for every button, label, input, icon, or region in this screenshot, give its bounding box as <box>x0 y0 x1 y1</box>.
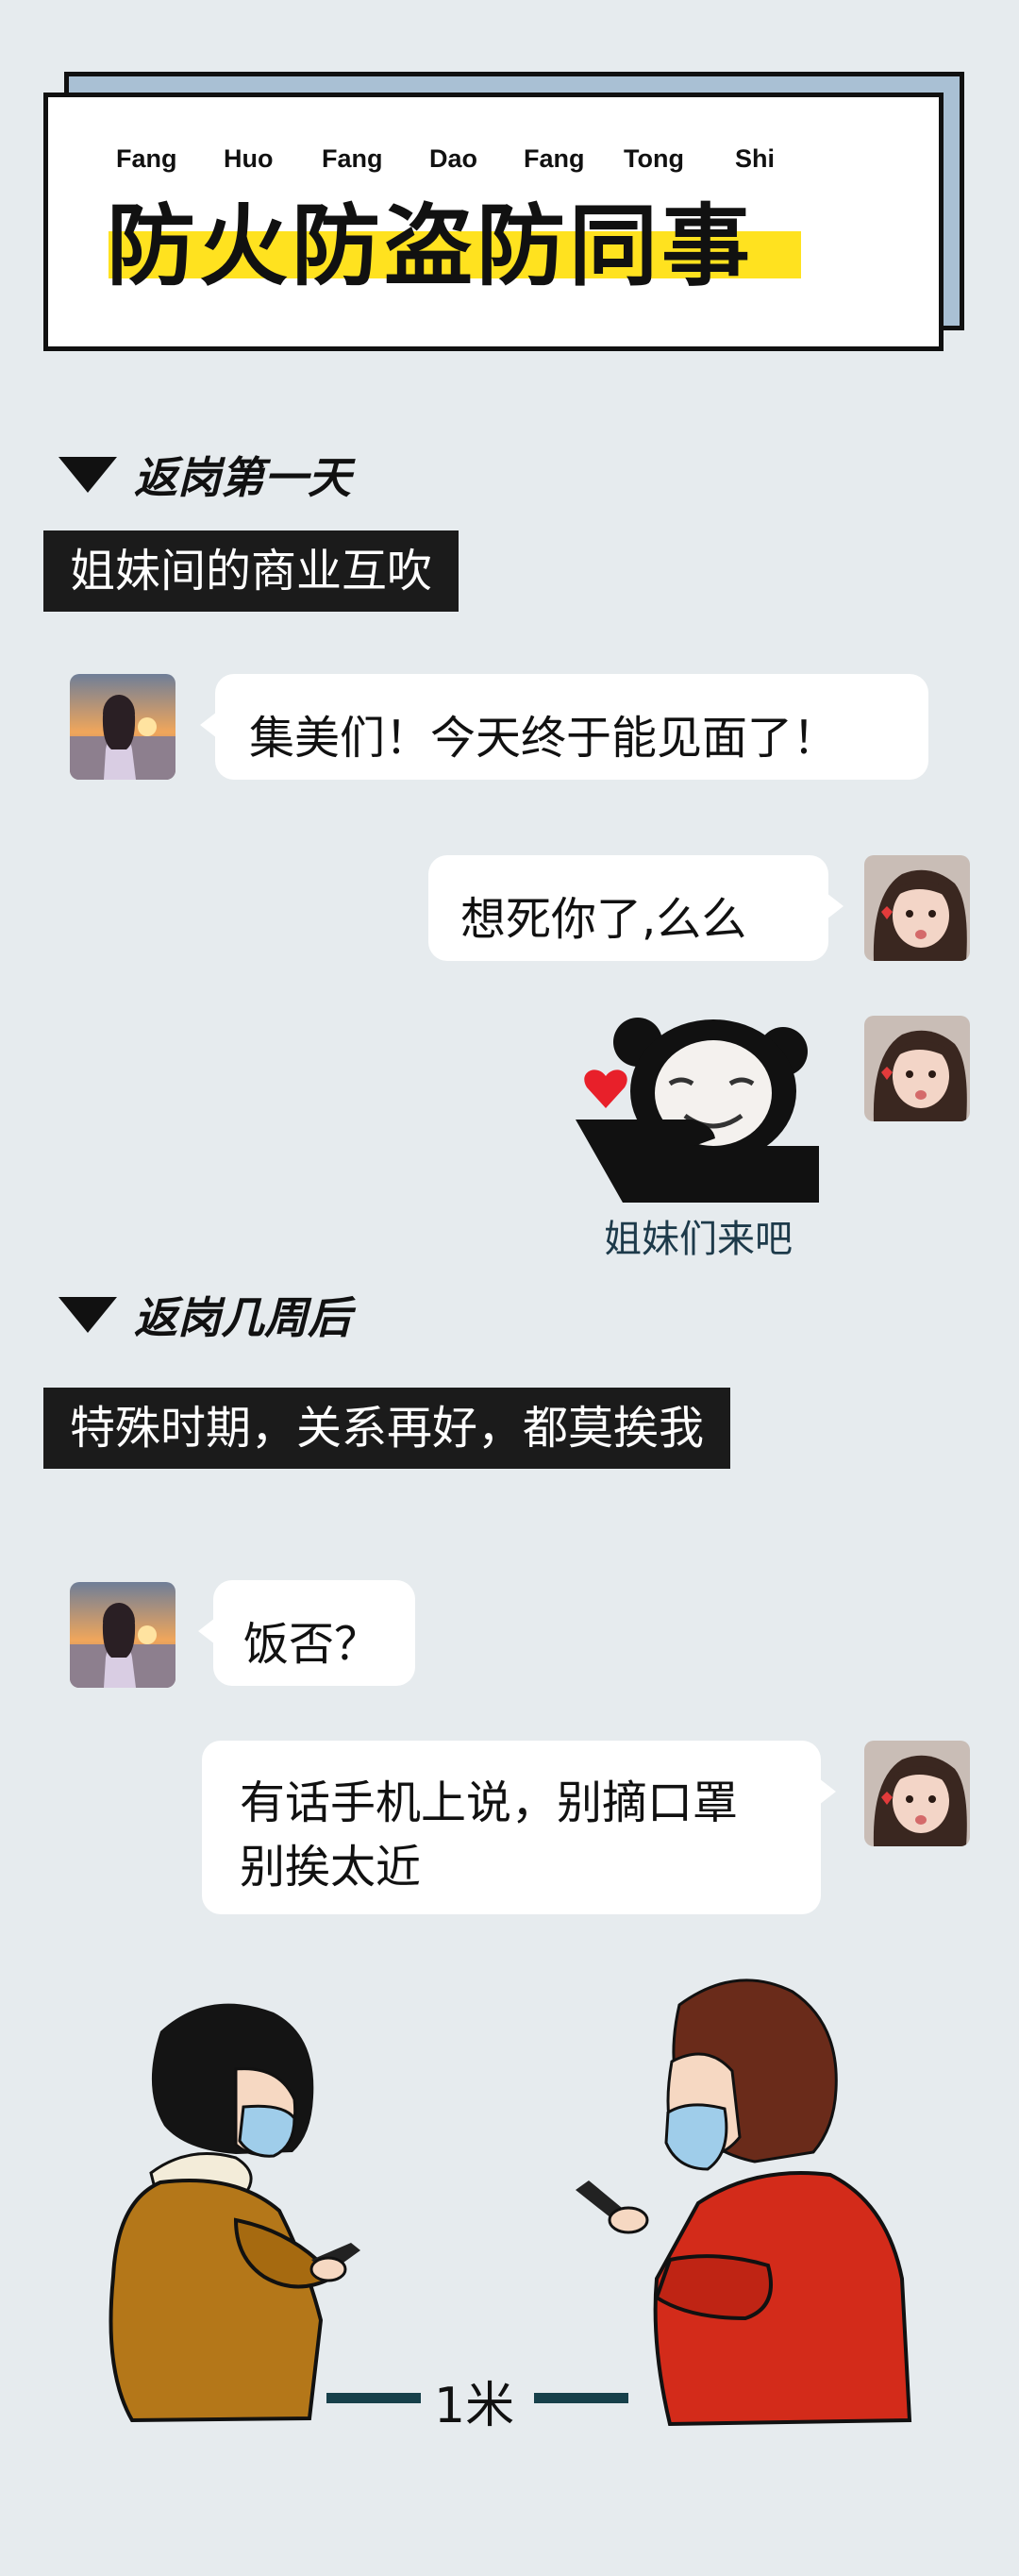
sunset-girl-avatar <box>70 1582 175 1688</box>
pinyin-fang-2: Fang <box>322 144 383 173</box>
panda-meme-heart-sticker <box>572 1014 821 1203</box>
little-girl-avatar <box>864 1016 970 1121</box>
distance-bar-right <box>534 2393 628 2403</box>
pinyin-fang-1: Fang <box>116 144 177 173</box>
section-triangle-icon <box>58 457 117 493</box>
page-title: 防火防盗防同事 <box>107 195 755 298</box>
chat-bubble-left: 集美们！今天终于能见面了！ <box>200 674 928 780</box>
title-card: Fang Huo Fang Dao Fang Tong Shi 防火防盗防同事 <box>43 93 944 351</box>
sticker-caption: 姐妹们来吧 <box>604 1218 793 1261</box>
chat-bubble-right: 有话手机上说，别摘口罩 别挨太近 <box>202 1741 836 1914</box>
section-heading-day-one: 返岗第一天 <box>134 452 351 503</box>
woman-in-brown-coat-with-mask <box>94 1994 396 2428</box>
sunset-girl-avatar <box>70 674 175 780</box>
pinyin-tong: Tong <box>624 144 684 173</box>
section-triangle-icon <box>58 1297 117 1333</box>
section-banner-weeks-later: 特殊时期，关系再好，都莫挨我 <box>43 1388 731 1469</box>
pinyin-huo: Huo <box>224 144 274 173</box>
chat-bubble-right: 想死你了,么么 <box>428 855 844 961</box>
little-girl-avatar <box>864 1741 970 1846</box>
section-heading-weeks-later: 返岗几周后 <box>134 1292 351 1343</box>
distance-label: 1米 <box>434 2378 515 2434</box>
message-text: 集美们！今天终于能见面了！ <box>249 712 839 765</box>
distance-bar-left <box>326 2393 421 2403</box>
message-text: 饭否？ <box>243 1618 380 1671</box>
message-text: 想死你了,么么 <box>460 893 747 946</box>
chat-bubble-left: 饭否？ <box>198 1580 415 1686</box>
section-banner-day-one: 姐妹间的商业互吹 <box>43 530 459 612</box>
pinyin-fang-3: Fang <box>524 144 585 173</box>
pinyin-dao: Dao <box>429 144 478 173</box>
little-girl-avatar <box>864 855 970 961</box>
message-text-line1: 有话手机上说，别摘口罩 <box>240 1776 739 1829</box>
woman-in-red-coat-with-mask <box>566 1967 925 2439</box>
message-text-line2: 别挨太近 <box>240 1841 422 1894</box>
pinyin-shi: Shi <box>735 144 776 173</box>
